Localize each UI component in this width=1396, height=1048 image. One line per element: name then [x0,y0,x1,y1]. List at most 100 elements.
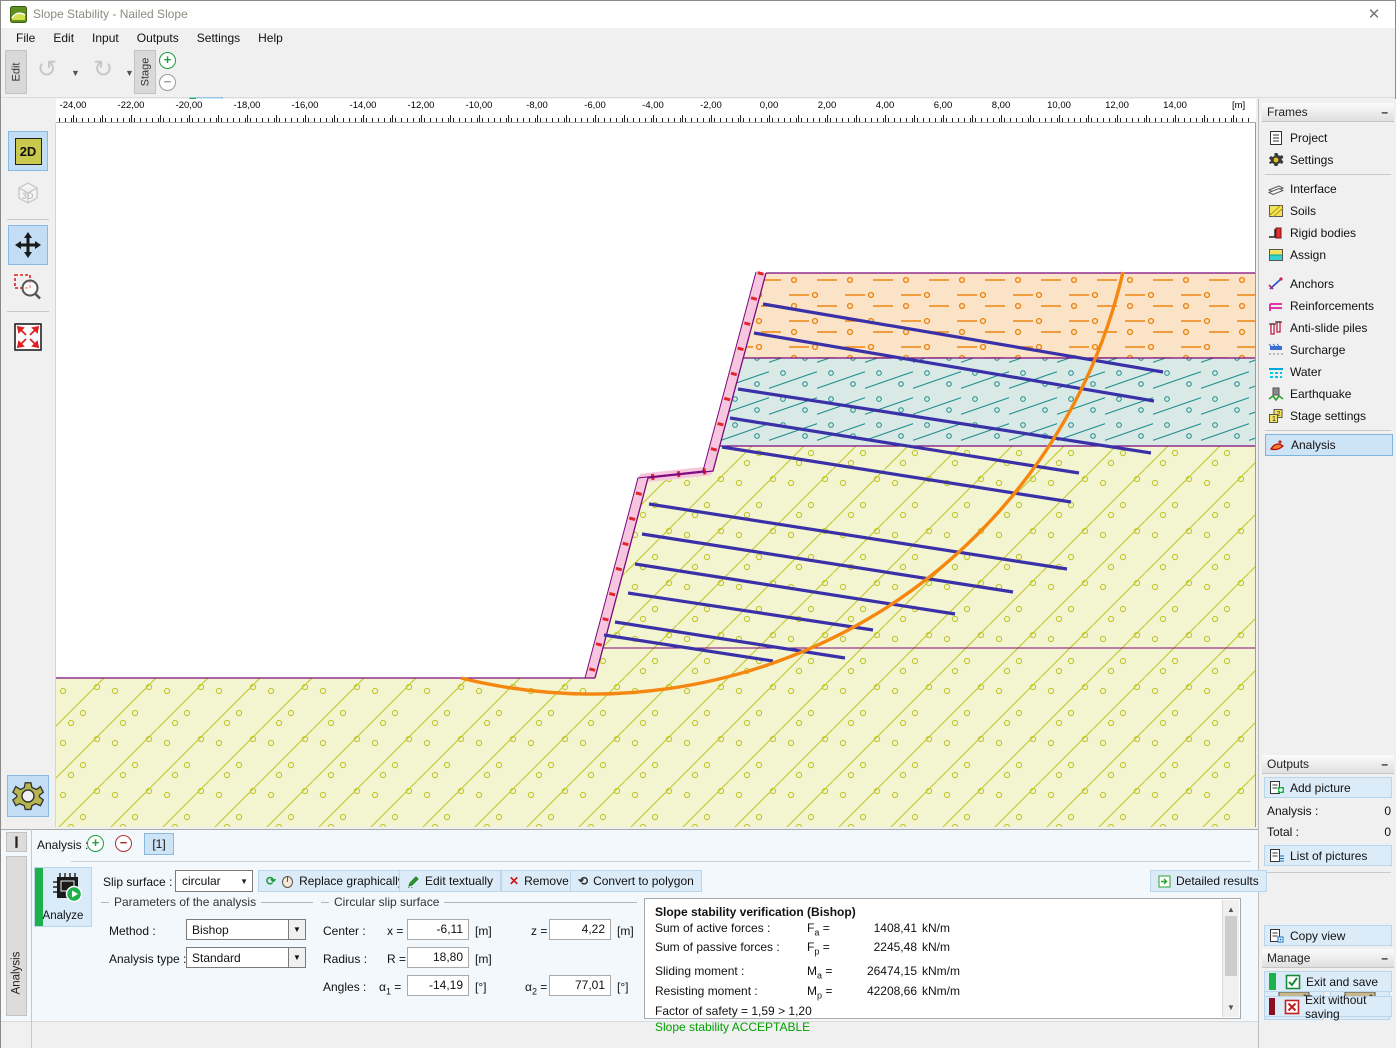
drawing-settings-button[interactable] [7,775,49,817]
r-eq-label: R = [387,952,406,966]
frame-item-assign[interactable]: Assign [1265,244,1393,266]
ruler-minor-tick [709,118,710,122]
analysis-type-select[interactable]: Standard ▼ [186,947,306,968]
radius-field[interactable]: 18,80 [407,947,469,968]
method-select[interactable]: Bishop ▼ [186,919,306,940]
rigid-bodies-icon [1268,225,1284,241]
frames-minimize-icon[interactable]: – [1381,108,1388,116]
frame-item-anchors[interactable]: Anchors [1265,273,1393,295]
menu-edit[interactable]: Edit [44,29,83,47]
convert-to-polygon-button[interactable]: ⟲ Convert to polygon [570,870,702,892]
slip-surface-select[interactable]: circular ▼ [175,870,253,892]
add-picture-label: Add picture [1290,781,1351,795]
ruler-major-tick [943,115,944,122]
exit-without-saving-button[interactable]: Exit without saving [1264,996,1392,1017]
angles-label: Angles : [323,980,366,994]
pencil-icon [407,875,420,888]
ruler-minor-tick [1178,118,1179,122]
frame-item-water[interactable]: Water [1265,361,1393,383]
remove-stage-button[interactable]: − [159,74,176,91]
soils-icon [1268,203,1284,219]
ruler-major-tick [1146,115,1147,122]
menu-outputs[interactable]: Outputs [128,29,188,47]
exit-and-save-button[interactable]: Exit and save [1264,971,1392,992]
redo-dropdown-icon[interactable]: ▼ [125,68,134,78]
ruler-major-tick [334,115,335,122]
remove-label: Remove [524,874,569,888]
analysis-panel-tab[interactable]: Analysis [6,856,27,1016]
detailed-results-button[interactable]: Detailed results [1150,870,1267,892]
frame-item-interface[interactable]: Interface [1265,178,1393,200]
window-title: Slope Stability - Nailed Slope [33,7,188,21]
verdict-line: Slope stability ACCEPTABLE [655,1020,1216,1036]
pan-button[interactable] [8,225,48,265]
ruler-minor-tick [830,118,831,122]
frame-item-reinforcements[interactable]: Reinforcements [1265,295,1393,317]
menu-input[interactable]: Input [83,29,128,47]
frame-item-analysis[interactable]: Analysis [1265,434,1393,456]
remove-button[interactable]: ✕ Remove [501,870,577,892]
edit-textually-button[interactable]: Edit textually [399,870,501,892]
remove-analysis-button[interactable]: − [115,835,132,852]
ruler-minor-tick [1045,118,1046,122]
menu-help[interactable]: Help [249,29,292,47]
ruler-minor-tick [680,118,681,122]
add-analysis-button[interactable]: + [87,835,104,852]
chevron-down-icon: ▼ [288,948,305,967]
ruler-minor-tick [291,118,292,122]
center-z-field[interactable]: 4,22 [549,919,611,940]
slip-surface-label: Slip surface : [103,875,172,889]
redo-icon[interactable]: ↻ [93,58,113,82]
circular-group-header: Circular slip surface [321,895,637,909]
close-button[interactable]: ✕ [1363,5,1385,25]
frame-item-settings[interactable]: Settings [1265,149,1393,171]
frame-item-stage-settings[interactable]: 21 Stage settings [1265,405,1393,427]
view-3d-button[interactable]: 3D [8,173,48,213]
add-picture-icon [1269,780,1285,796]
analysis-1-tab[interactable]: [1] [144,833,174,855]
copy-view-button[interactable]: Copy view [1264,925,1392,946]
ruler-major-tick [102,115,103,122]
undo-dropdown-icon[interactable]: ▼ [71,68,80,78]
ruler-minor-tick [1196,118,1197,122]
outputs-minimize-icon[interactable]: – [1381,760,1388,768]
frame-item-soils[interactable]: Soils [1265,200,1393,222]
scrollbar-thumb[interactable] [1225,916,1237,976]
frame-item-surcharge[interactable]: Surcharge [1265,339,1393,361]
undo-icon[interactable]: ↺ [37,58,57,82]
ruler-minor-tick [772,118,773,122]
drawing-area[interactable] [56,123,1256,827]
frame-item-earthquake[interactable]: Earthquake [1265,383,1393,405]
add-stage-button[interactable]: + [159,52,176,69]
frame-item-rigid-bodies[interactable]: Rigid bodies [1265,222,1393,244]
manage-minimize-icon[interactable]: – [1381,954,1388,962]
center-x-field[interactable]: -6,11 [407,919,469,940]
ruler-minor-tick [187,118,188,122]
ruler-minor-tick [436,118,437,122]
manage-header[interactable]: Manage – [1262,949,1394,968]
alpha1-field[interactable]: -14,19 [407,975,469,996]
ruler-label: -4,00 [631,100,675,111]
frames-header[interactable]: Frames – [1262,103,1394,122]
analyze-button[interactable]: Analyze [34,867,92,927]
add-picture-button[interactable]: Add picture [1264,777,1392,798]
panel-collapse-handle[interactable]: ❙ [6,832,27,852]
alpha2-field[interactable]: 77,01 [549,975,611,996]
outputs-header[interactable]: Outputs – [1262,755,1394,774]
frame-item-anti-slide-piles[interactable]: Anti-slide piles [1265,317,1393,339]
detailed-results-label: Detailed results [1176,874,1259,888]
scroll-down-icon[interactable]: ▼ [1223,1000,1239,1016]
menu-settings[interactable]: Settings [188,29,249,47]
edit-tool-tab[interactable]: Edit [5,50,27,94]
menu-file[interactable]: File [7,29,44,47]
frame-item-project[interactable]: Project [1265,127,1393,149]
fit-to-screen-button[interactable] [8,317,48,357]
analyze-label: Analyze [35,910,91,922]
replace-graphically-button[interactable]: ⟳ Replace graphically [258,870,412,892]
center-label: Center : [323,924,366,938]
zoom-window-button[interactable] [8,267,48,307]
stage-tool-tab[interactable]: Stage [134,50,156,94]
list-of-pictures-button[interactable]: List of pictures [1264,845,1392,866]
results-scrollbar[interactable]: ▲ ▼ [1222,900,1239,1017]
view-2d-button[interactable]: 2D [8,131,48,171]
